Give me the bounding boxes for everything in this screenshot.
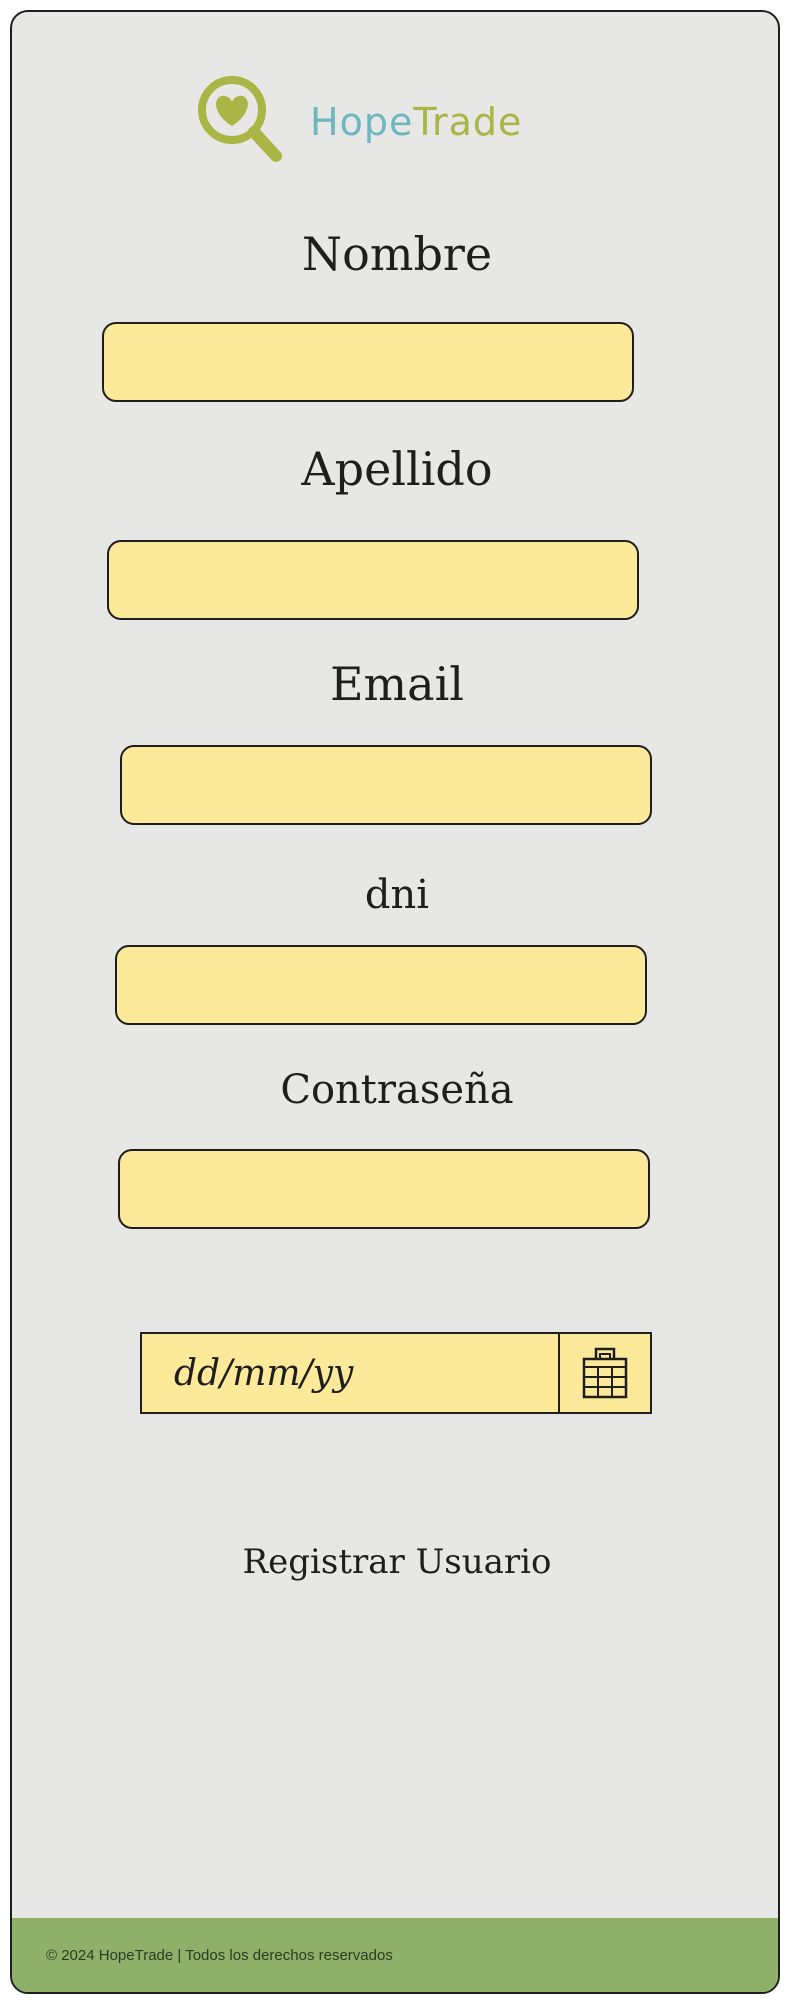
footer: © 2024 HopeTrade | Todos los derechos re… [12, 1918, 778, 1992]
footer-copyright: © 2024 HopeTrade | Todos los derechos re… [46, 1946, 393, 1964]
dni-field[interactable] [115, 945, 647, 1025]
register-button[interactable]: Registrar Usuario [12, 1542, 778, 1582]
brand-logo[interactable]: HopeTrade [192, 72, 522, 172]
dni-input[interactable] [117, 947, 645, 1023]
date-input[interactable]: dd/mm/yy [142, 1334, 560, 1412]
password-field[interactable] [118, 1149, 650, 1229]
brand-name: HopeTrade [310, 103, 522, 141]
apellido-label: Apellido [301, 442, 493, 496]
apellido-field[interactable] [107, 540, 639, 620]
password-label: Contraseña [280, 1067, 514, 1113]
nombre-field[interactable] [102, 322, 634, 402]
email-input[interactable] [122, 747, 650, 823]
brand-name-part1: Hope [310, 100, 414, 144]
apellido-input[interactable] [109, 542, 637, 618]
email-label: Email [329, 657, 465, 711]
nombre-label: Nombre [301, 227, 493, 281]
heart-magnifier-icon [198, 76, 282, 162]
calendar-button[interactable] [560, 1334, 650, 1412]
date-picker[interactable]: dd/mm/yy [140, 1332, 652, 1414]
password-input[interactable] [120, 1151, 648, 1227]
brand-name-part2: Trade [413, 100, 523, 144]
email-field[interactable] [120, 745, 652, 825]
dni-label: dni [364, 872, 430, 918]
app-frame: HopeTrade Nombre Apellido Email dni Cont… [10, 10, 780, 1994]
nombre-input[interactable] [104, 324, 632, 400]
calendar-icon [582, 1347, 628, 1399]
